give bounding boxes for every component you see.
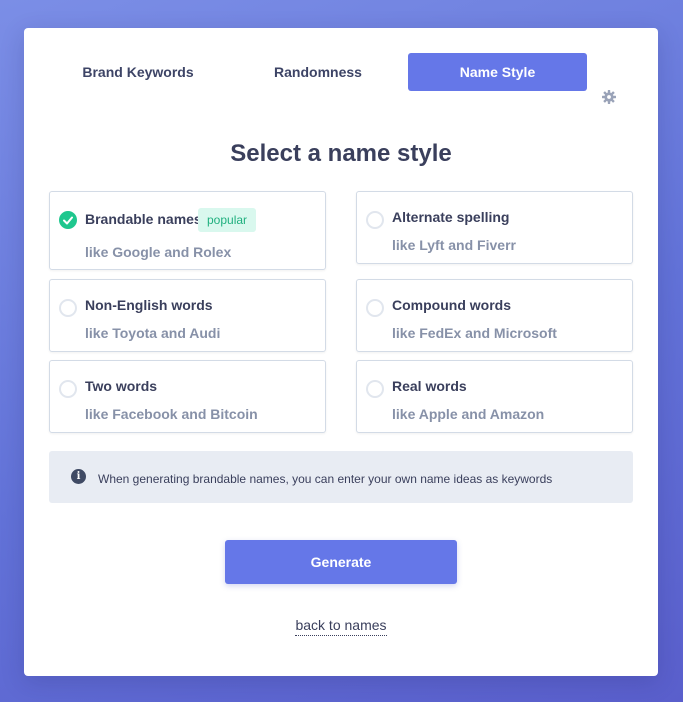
option-brandable-names[interactable]: Brandable names popular like Google and … xyxy=(49,191,326,270)
gear-icon[interactable] xyxy=(601,89,617,105)
info-banner: When generating brandable names, you can… xyxy=(49,451,633,503)
option-real-words[interactable]: Real words like Apple and Amazon xyxy=(356,360,633,433)
option-example: like Google and Rolex xyxy=(85,244,232,260)
info-text: When generating brandable names, you can… xyxy=(98,472,553,486)
radio-button[interactable] xyxy=(366,380,384,398)
tab-bar: Brand Keywords Randomness Name Style xyxy=(24,53,658,104)
option-example: like FedEx and Microsoft xyxy=(392,325,557,341)
option-example: like Apple and Amazon xyxy=(392,406,545,422)
option-example: like Facebook and Bitcoin xyxy=(85,406,258,422)
option-two-words[interactable]: Two words like Facebook and Bitcoin xyxy=(49,360,326,433)
option-compound-words[interactable]: Compound words like FedEx and Microsoft xyxy=(356,279,633,352)
tab-randomness[interactable]: Randomness xyxy=(229,53,407,91)
radio-button[interactable] xyxy=(59,299,77,317)
tab-brand-keywords[interactable]: Brand Keywords xyxy=(49,53,227,91)
option-example: like Lyft and Fiverr xyxy=(392,237,516,253)
generate-button[interactable]: Generate xyxy=(225,540,457,584)
option-example: like Toyota and Audi xyxy=(85,325,221,341)
option-label: Compound words xyxy=(392,297,511,313)
option-label: Alternate spelling xyxy=(392,209,510,225)
option-label: Brandable names xyxy=(85,211,202,227)
radio-button[interactable] xyxy=(366,299,384,317)
option-label: Real words xyxy=(392,378,467,394)
option-alternate-spelling[interactable]: Alternate spelling like Lyft and Fiverr xyxy=(356,191,633,264)
back-to-names-link[interactable]: back to names xyxy=(295,617,387,636)
popular-badge: popular xyxy=(198,208,257,232)
option-label: Two words xyxy=(85,378,158,394)
tab-name-style[interactable]: Name Style xyxy=(408,53,587,91)
name-generator-card: Brand Keywords Randomness Name Style Sel… xyxy=(24,28,658,676)
radio-button[interactable] xyxy=(59,380,77,398)
page-title: Select a name style xyxy=(230,140,452,167)
check-icon[interactable] xyxy=(59,211,77,229)
back-link-container: back to names xyxy=(24,617,658,636)
option-label: Non-English words xyxy=(85,297,213,313)
option-non-english-words[interactable]: Non-English words like Toyota and Audi xyxy=(49,279,326,352)
info-icon xyxy=(71,469,86,484)
radio-button[interactable] xyxy=(366,211,384,229)
